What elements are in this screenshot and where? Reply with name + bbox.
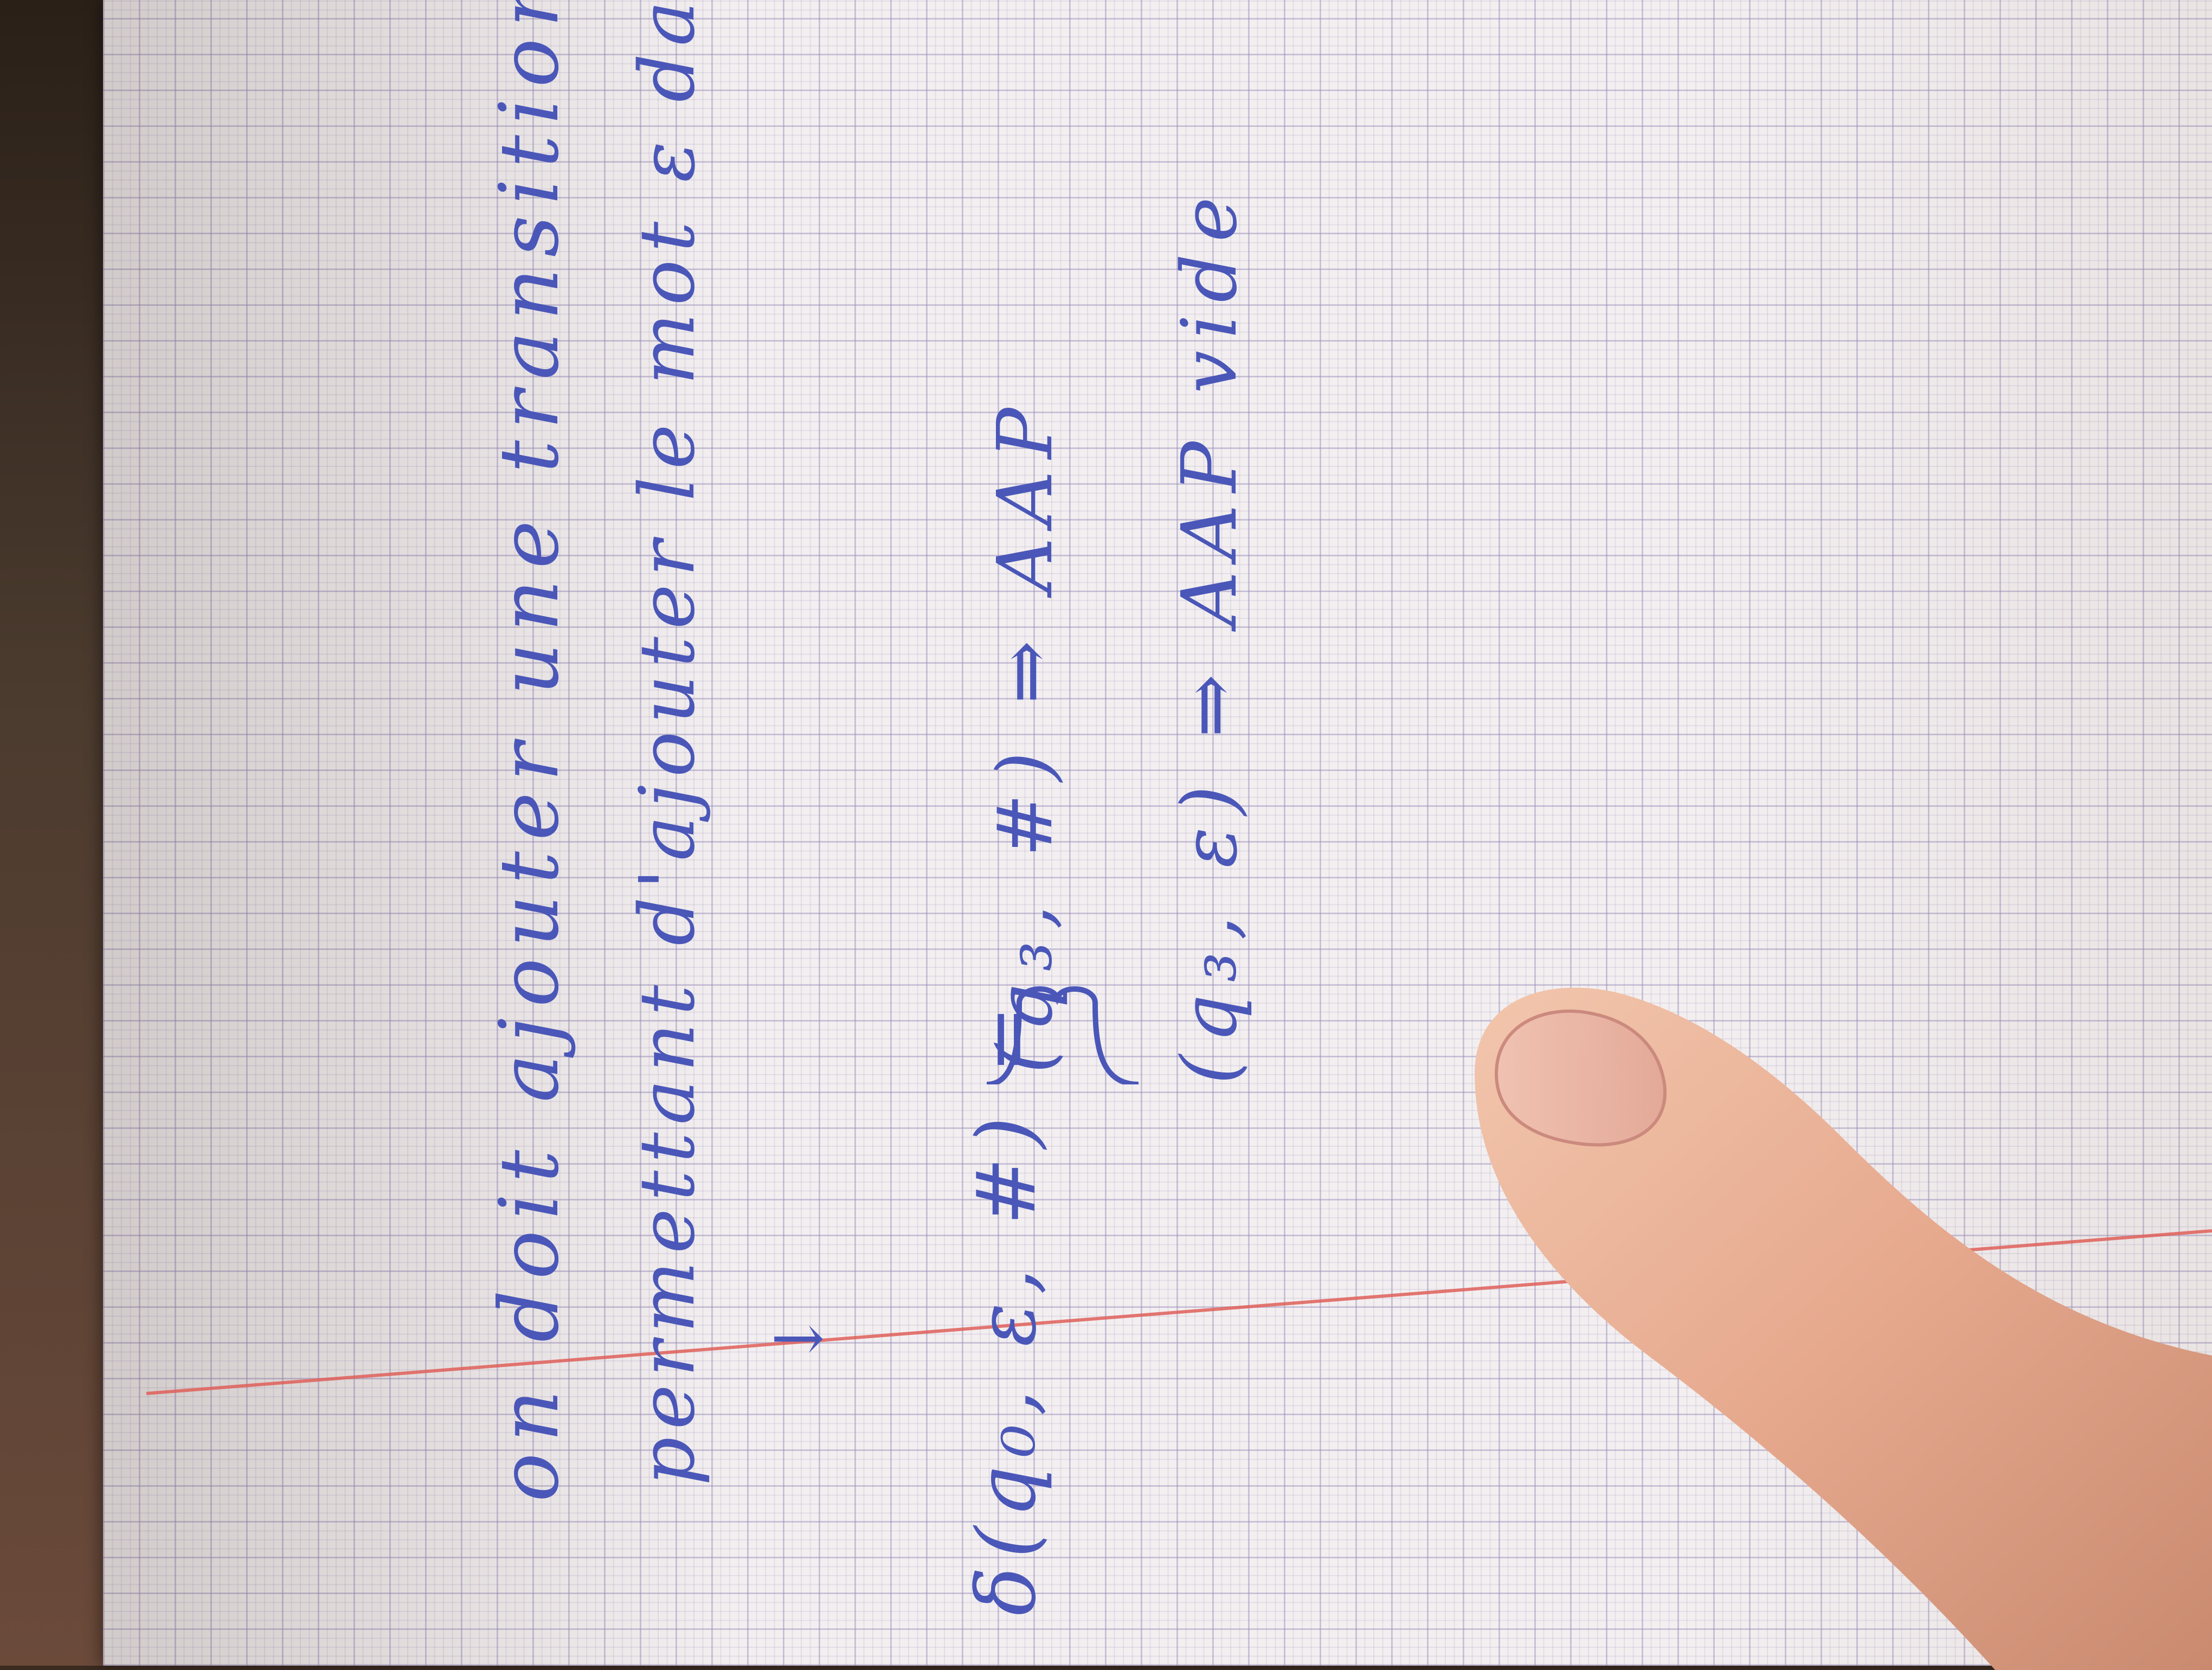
delta-lhs-text: δ(q₀, ε, #) = xyxy=(960,997,1054,1616)
arrow-text: ↓ xyxy=(762,1312,837,1366)
thumb xyxy=(1475,987,2212,1670)
case2-text: (q₃, ε) ⇒ AAP vide xyxy=(1166,185,1254,1084)
line2-text: permettant d'ajouter le mot ε dans le la… xyxy=(623,0,712,1486)
photo-scene: on doit ajouter une transition permettan… xyxy=(0,0,2212,1670)
line1-text: on doit ajouter une transition xyxy=(483,0,577,1502)
case1-text: (q₃, #) ⇒ AAP xyxy=(981,395,1070,1074)
